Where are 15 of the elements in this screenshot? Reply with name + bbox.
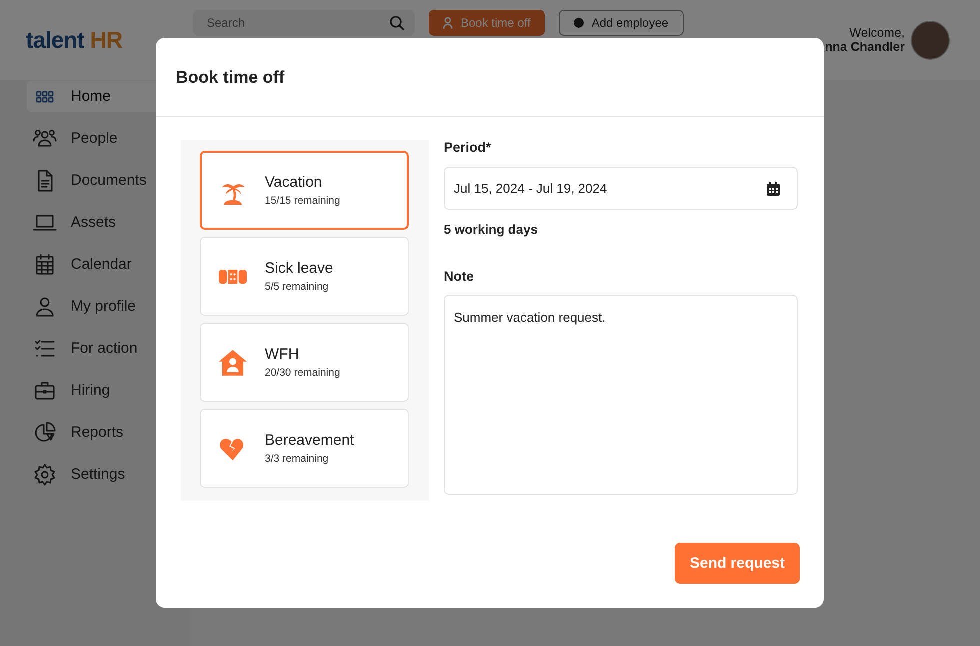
note-label: Note xyxy=(444,269,475,284)
user-name: nna Chandler xyxy=(825,40,905,54)
leave-type-name: Bereavement xyxy=(265,432,354,449)
remaining-count: 15/15 remaining xyxy=(265,195,340,207)
remaining-count: 5/5 remaining xyxy=(265,281,330,293)
leave-type-name: Vacation xyxy=(265,174,324,191)
period-label: Period* xyxy=(444,140,492,155)
leave-type-name: Sick leave xyxy=(265,260,334,277)
welcome-text: Welcome, xyxy=(850,26,905,40)
modal-title: Book time off xyxy=(156,38,824,117)
remaining-count: 3/3 remaining xyxy=(265,453,330,465)
app-logo: talent HR xyxy=(26,26,124,54)
remaining-count: 20/30 remaining xyxy=(265,367,340,379)
working-days-text: 5 working days xyxy=(444,222,539,237)
leave-type-name: WFH xyxy=(265,346,300,363)
